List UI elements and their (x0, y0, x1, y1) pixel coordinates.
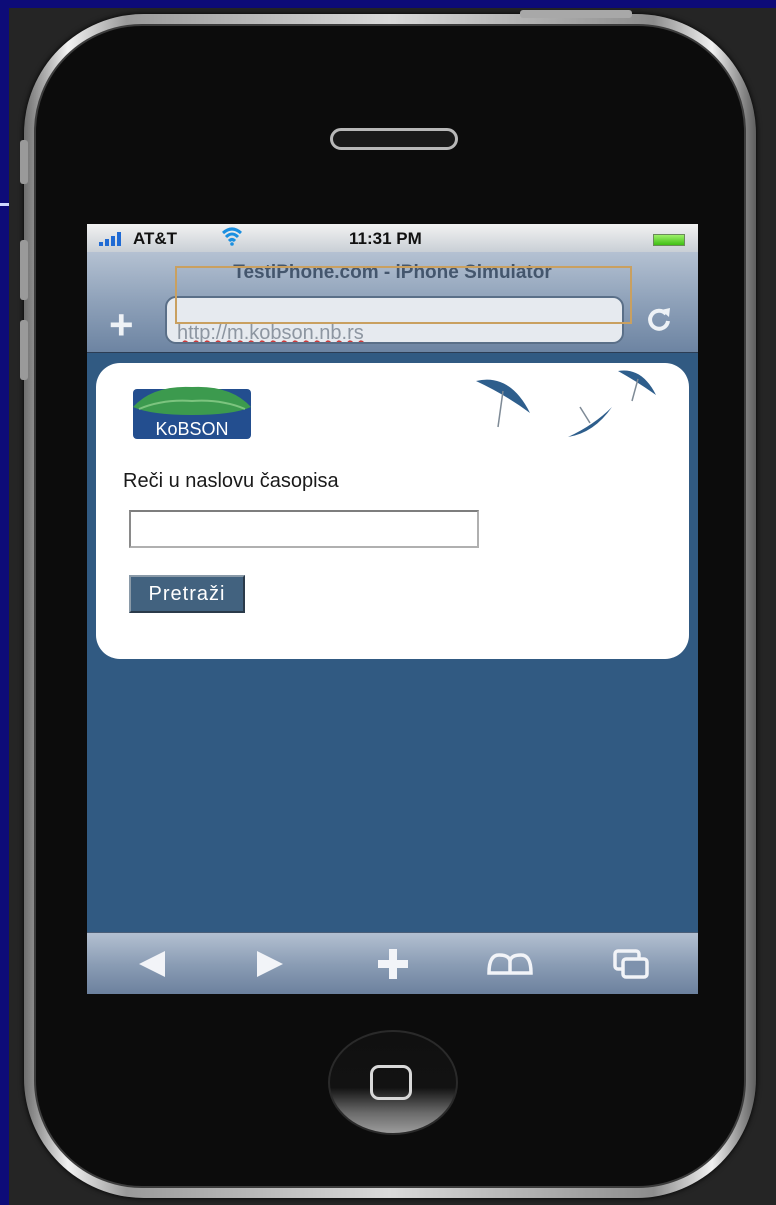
search-input[interactable] (129, 510, 479, 548)
logo-text: KoBSON (155, 419, 228, 439)
umbrellas-decoration (476, 370, 656, 437)
mute-switch (20, 140, 28, 184)
carrier-name: AT&T (133, 229, 178, 248)
browser-toolbar (87, 932, 698, 994)
bookmarks-icon[interactable] (485, 945, 535, 983)
status-time: 11:31 PM (349, 229, 422, 248)
battery-icon (653, 234, 685, 246)
sleep-button (520, 10, 632, 18)
home-button[interactable] (328, 1030, 458, 1135)
volume-down-button (20, 320, 28, 380)
wifi-icon (222, 227, 242, 246)
search-label: Reči u naslovu časopisa (123, 470, 339, 492)
add-bookmark-plus-icon[interactable] (374, 945, 412, 983)
phone-screen: AT&T 11:31 PM TestiPhone.com - iPhone Si… (87, 224, 698, 994)
slide-accent-line (0, 203, 9, 206)
signal-bars-icon (99, 232, 127, 246)
url-text: http://m.kobson.nb.rs (177, 322, 364, 344)
volume-up-button (20, 240, 28, 300)
search-button[interactable]: Pretraži (129, 575, 245, 613)
page-content-card: KoBSON Reči u naslovu časopisa Pretraži (96, 363, 689, 659)
pages-icon[interactable] (611, 945, 651, 983)
plus-icon[interactable]: + (109, 304, 134, 346)
home-square-icon (370, 1065, 412, 1100)
forward-arrow-icon[interactable] (255, 945, 287, 983)
kobson-logo: KoBSON (133, 386, 251, 439)
back-arrow-icon[interactable] (135, 945, 167, 983)
reload-icon[interactable] (644, 304, 674, 334)
status-bar: AT&T 11:31 PM (87, 224, 698, 252)
page-title: TestiPhone.com - iPhone Simulator (233, 262, 552, 283)
address-bar[interactable]: http://m.kobson.nb.rs (165, 296, 624, 344)
earpiece-speaker (330, 128, 458, 150)
browser-title-bar: TestiPhone.com - iPhone Simulator + http… (87, 252, 698, 353)
